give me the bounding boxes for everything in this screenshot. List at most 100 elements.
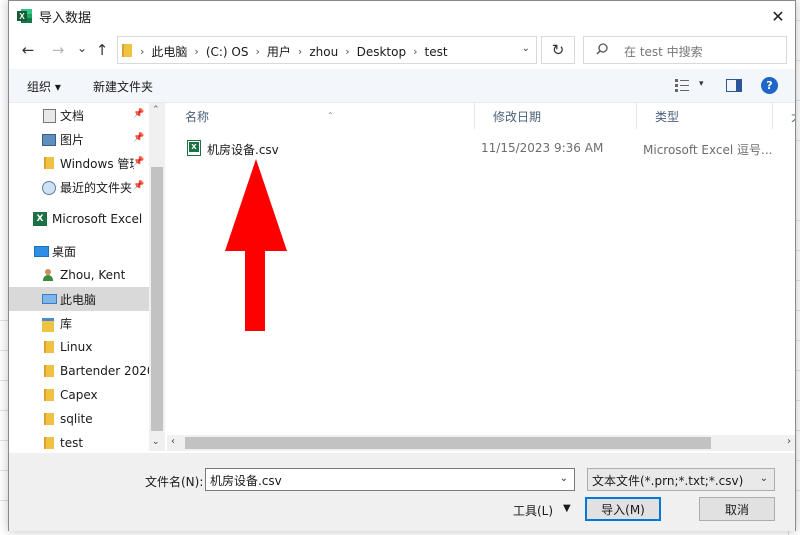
crumb-users[interactable]: 用户 xyxy=(267,43,291,60)
pictures-icon xyxy=(41,132,56,146)
folder-icon xyxy=(41,436,55,450)
search-box[interactable]: 在 test 中搜索 xyxy=(583,36,787,64)
chevron-down-icon[interactable]: ⌄ xyxy=(560,473,568,484)
refresh-button[interactable]: ↻ xyxy=(541,36,575,64)
sidebar-item-label: sqlite xyxy=(60,412,93,426)
scrollbar-thumb[interactable] xyxy=(185,437,711,449)
scroll-right-icon[interactable]: › xyxy=(787,436,791,447)
back-button[interactable]: ← xyxy=(19,40,37,60)
sidebar-item-label: Linux xyxy=(60,340,93,354)
csv-file-icon xyxy=(187,140,201,156)
crumb-zhou[interactable]: zhou xyxy=(309,45,338,59)
sidebar-item-this-pc[interactable]: 此电脑 xyxy=(9,287,149,311)
folder-icon xyxy=(41,364,55,378)
forward-button[interactable]: → xyxy=(49,40,67,60)
sidebar-item-libraries[interactable]: 库 xyxy=(9,311,149,335)
sidebar-item-label: 最近的文件夹 xyxy=(60,180,133,195)
sidebar-item-bartender[interactable]: Bartender 2020 xyxy=(9,359,155,383)
dialog-footer: 文件名(N): 机房设备.csv ⌄ 文本文件(*.prn;*.txt;*.cs… xyxy=(9,453,795,531)
pin-icon: 📌 xyxy=(133,181,145,191)
libraries-icon xyxy=(41,316,55,332)
scroll-down-icon[interactable]: ⌄ xyxy=(152,437,160,447)
help-icon[interactable]: ? xyxy=(761,77,778,94)
background-sheet-left xyxy=(0,0,8,535)
breadcrumb-separator: › xyxy=(255,45,260,58)
sidebar-item-label: Microsoft Excel xyxy=(52,212,143,226)
pin-icon: 📌 xyxy=(133,109,145,119)
user-icon xyxy=(41,268,55,282)
sidebar-item-sqlite[interactable]: sqlite xyxy=(9,407,149,431)
up-button[interactable]: ↑ xyxy=(93,40,111,60)
app-window: X 导入数据 ✕ ← → ⌄ ↑ › 此电脑 › (C:) OS › 用户 › xyxy=(0,0,800,535)
address-bar[interactable]: › 此电脑 › (C:) OS › 用户 › zhou › Desktop › … xyxy=(117,36,537,64)
preview-pane-icon[interactable] xyxy=(726,79,742,92)
file-modified-date: 11/15/2023 9:36 AM xyxy=(481,141,604,155)
folder-icon xyxy=(41,412,55,426)
pin-icon: 📌 xyxy=(133,133,145,143)
import-data-dialog: X 导入数据 ✕ ← → ⌄ ↑ › 此电脑 › (C:) OS › 用户 › xyxy=(8,0,796,531)
sidebar-item-desktop[interactable]: 桌面 xyxy=(9,239,149,263)
sidebar-item-recent-folders[interactable]: 最近的文件夹 📌 xyxy=(9,175,149,199)
file-name: 机房设备.csv xyxy=(207,143,279,157)
breadcrumb-separator: › xyxy=(413,45,418,58)
sidebar-item-test[interactable]: test xyxy=(9,431,149,451)
breadcrumb-separator: › xyxy=(345,45,350,58)
file-type: Microsoft Excel 逗号... xyxy=(643,143,773,157)
column-header-date[interactable]: 修改日期 xyxy=(475,103,637,129)
sidebar-item-label: Capex xyxy=(60,388,98,402)
breadcrumb-separator: › xyxy=(140,45,145,58)
close-button[interactable]: ✕ xyxy=(761,1,795,31)
file-type-filter-value: 文本文件(*.prn;*.txt;*.csv) xyxy=(592,474,744,488)
filename-label: 文件名(N): xyxy=(145,475,204,489)
navigation-pane: 文档 📌 图片 📌 Windows 管理 📌 最近的文件夹 📌 Microsof… xyxy=(9,103,165,451)
sidebar-item-label: test xyxy=(60,436,84,450)
navigation-bar: ← → ⌄ ↑ › 此电脑 › (C:) OS › 用户 › zhou › De… xyxy=(9,32,795,68)
sort-ascending-icon: ⌃ xyxy=(327,111,334,120)
sidebar-item-documents[interactable]: 文档 📌 xyxy=(9,103,149,127)
search-icon xyxy=(596,43,608,55)
column-header-size[interactable]: 大小 xyxy=(773,103,795,129)
svg-text:X: X xyxy=(19,12,25,21)
tools-menu[interactable]: 工具(L) xyxy=(513,502,553,519)
scrollbar-thumb[interactable] xyxy=(151,167,163,431)
view-options-icon[interactable] xyxy=(675,79,689,92)
folder-icon xyxy=(122,44,132,57)
scroll-left-icon[interactable]: ‹ xyxy=(171,436,175,447)
organize-menu[interactable]: 组织 ▾ xyxy=(27,78,61,95)
column-header-name-label: 名称 xyxy=(185,110,210,124)
column-header-name[interactable]: 名称 ⌃ xyxy=(167,103,475,129)
crumb-drive-c[interactable]: (C:) OS xyxy=(206,45,249,59)
sidebar-item-label: 库 xyxy=(60,316,73,331)
red-arrow-annotation xyxy=(225,159,287,331)
dialog-title: 导入数据 xyxy=(39,11,92,26)
sidebar-item-user[interactable]: Zhou, Kent xyxy=(9,263,149,287)
recent-locations-dropdown[interactable]: ⌄ xyxy=(73,38,91,58)
address-dropdown[interactable]: ⌄ xyxy=(522,43,530,54)
navigation-scrollbar[interactable]: ⌃ ⌄ xyxy=(149,103,165,451)
crumb-desktop[interactable]: Desktop xyxy=(357,45,407,59)
folder-icon xyxy=(41,388,55,402)
sidebar-item-capex[interactable]: Capex xyxy=(9,383,149,407)
cancel-button[interactable]: 取消 xyxy=(699,497,775,521)
file-row[interactable]: 机房设备.csv 11/15/2023 9:36 AM Microsoft Ex… xyxy=(167,137,795,161)
sidebar-item-pictures[interactable]: 图片 📌 xyxy=(9,127,149,151)
sidebar-item-windows-admin[interactable]: Windows 管理 📌 xyxy=(9,151,149,175)
new-folder-button[interactable]: 新建文件夹 xyxy=(93,78,153,95)
chevron-down-icon[interactable]: ⌄ xyxy=(760,473,768,484)
sidebar-item-microsoft-excel[interactable]: Microsoft Excel xyxy=(9,207,149,231)
documents-icon xyxy=(41,108,56,123)
sidebar-item-linux[interactable]: Linux xyxy=(9,335,149,359)
view-dropdown-icon[interactable]: ▾ xyxy=(699,79,704,89)
folder-icon xyxy=(41,156,55,170)
crumb-test[interactable]: test xyxy=(425,45,448,59)
column-header-type[interactable]: 类型 xyxy=(637,103,773,129)
file-type-filter[interactable]: 文本文件(*.prn;*.txt;*.csv) ⌄ xyxy=(587,468,775,491)
horizontal-scrollbar[interactable]: ‹ › xyxy=(167,435,795,451)
import-button[interactable]: 导入(M) xyxy=(585,497,661,521)
recent-folders-icon xyxy=(41,180,56,195)
sidebar-item-label: Bartender 2020 xyxy=(60,364,155,378)
tools-dropdown-icon[interactable]: ▼ xyxy=(563,503,571,514)
filename-input[interactable]: 机房设备.csv ⌄ xyxy=(205,468,575,491)
crumb-this-pc[interactable]: 此电脑 xyxy=(151,43,187,60)
scroll-up-icon[interactable]: ⌃ xyxy=(152,105,160,115)
